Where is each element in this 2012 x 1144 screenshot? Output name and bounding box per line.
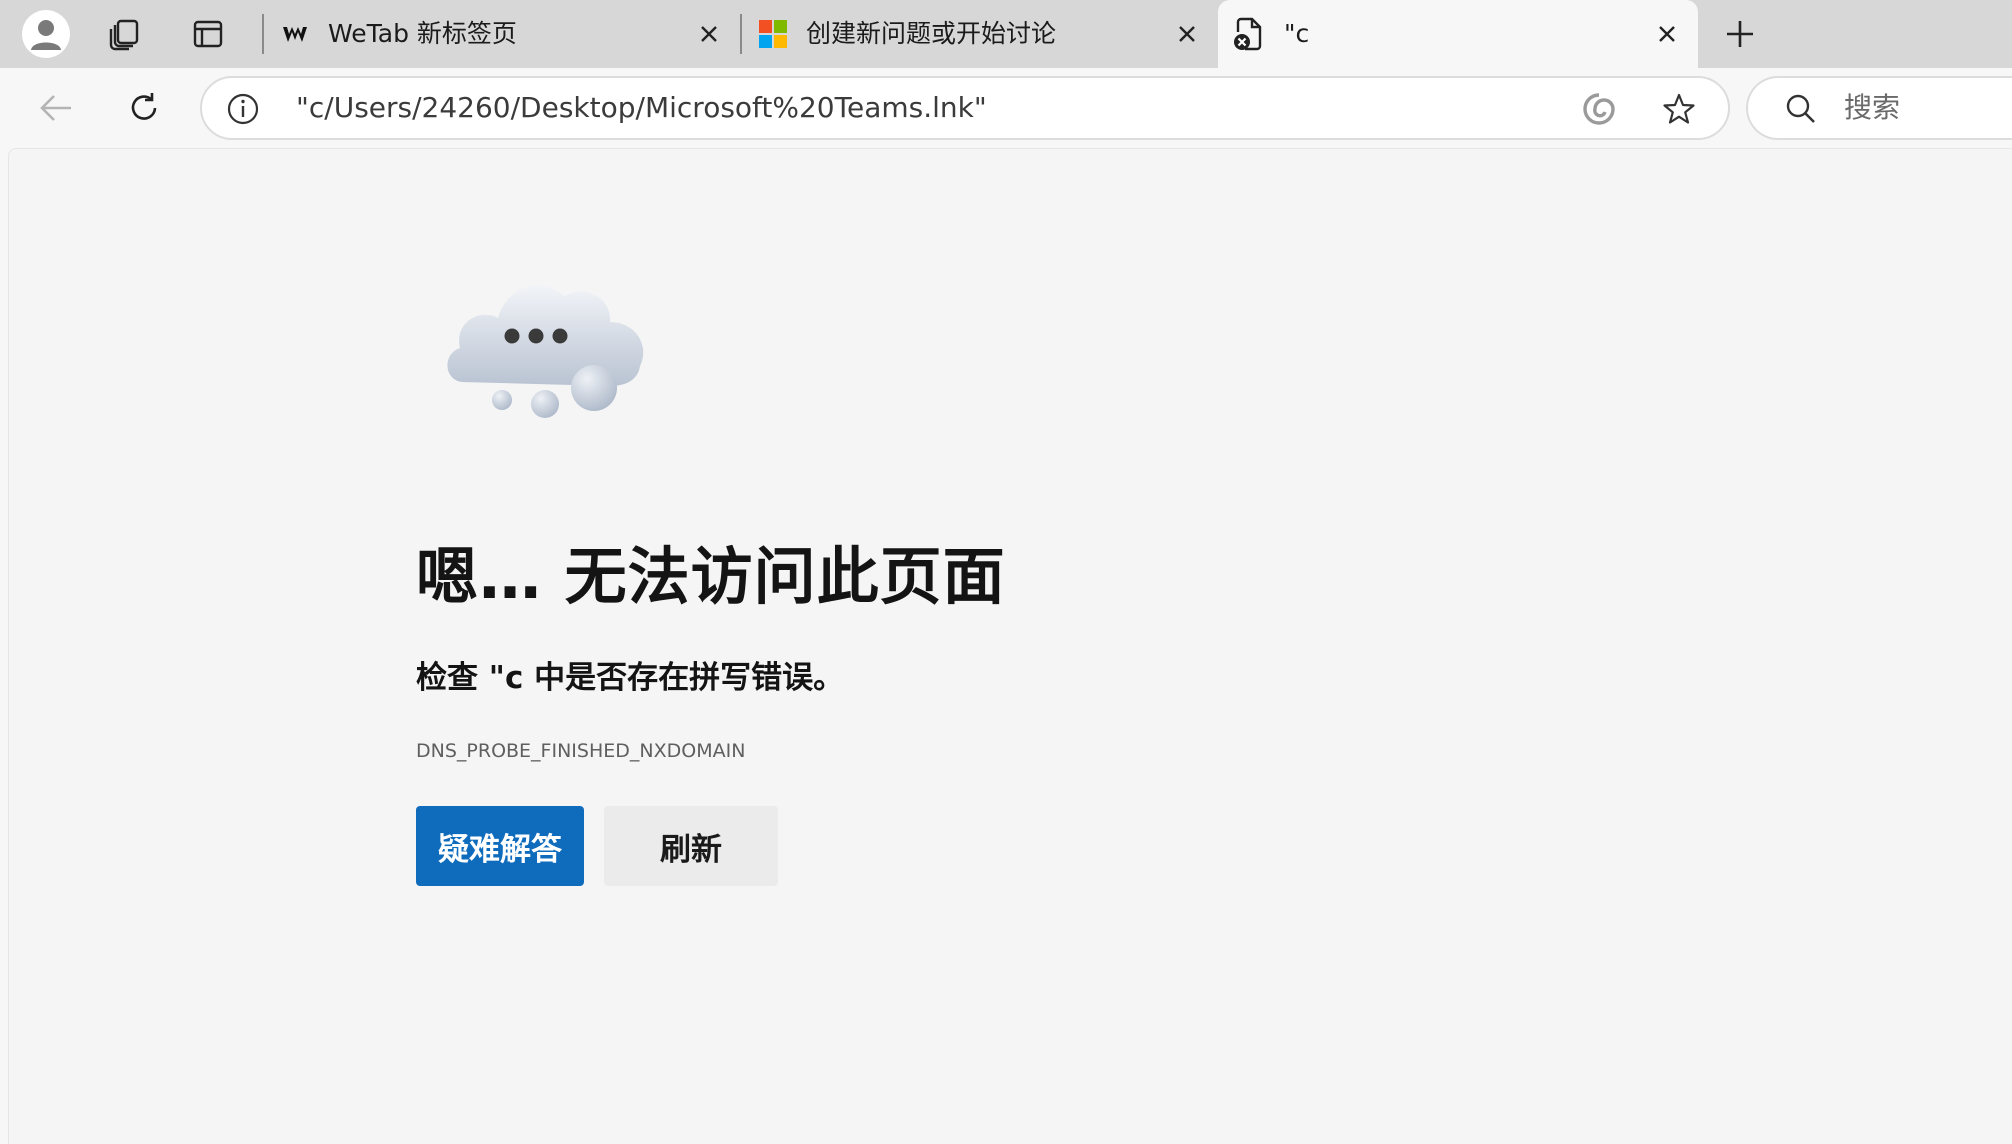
close-tab-icon[interactable]: [1170, 17, 1204, 51]
address-bar[interactable]: "c/Users/24260/Desktop/Microsoft%20Teams…: [200, 76, 1730, 140]
error-suggestion: 检查 "c 中是否存在拼写错误。: [416, 660, 845, 696]
search-icon: [1782, 90, 1820, 128]
refresh-button[interactable]: 刷新: [604, 806, 778, 886]
tab-wetab[interactable]: WeTab 新标签页: [262, 0, 740, 68]
tab-separator: [262, 14, 264, 54]
avatar: [22, 10, 70, 58]
site-info-icon[interactable]: [224, 90, 262, 128]
url-text: "c/Users/24260/Desktop/Microsoft%20Teams…: [296, 91, 987, 124]
microsoft-logo-icon: [756, 17, 790, 51]
close-tab-icon[interactable]: [1650, 17, 1684, 51]
refresh-icon: [131, 93, 157, 120]
back-button[interactable]: [24, 76, 88, 140]
search-box[interactable]: 搜索: [1746, 76, 2012, 140]
tab-separator: [740, 14, 742, 54]
wetab-logo-icon: [278, 17, 312, 51]
broken-page-icon: [1232, 17, 1266, 51]
page-title: 嗯… 无法访问此页面: [416, 540, 1006, 613]
workspaces-icon: [109, 19, 139, 51]
new-tab-button[interactable]: [1706, 0, 1774, 68]
search-placeholder: 搜索: [1844, 91, 1901, 124]
page-content: [8, 148, 2012, 1144]
troubleshoot-button[interactable]: 疑难解答: [416, 806, 584, 886]
error-code: DNS_PROBE_FINISHED_NXDOMAIN: [416, 740, 746, 762]
workspaces-button[interactable]: [90, 0, 158, 68]
profile-button[interactable]: [12, 0, 80, 68]
tab-github-issue[interactable]: 创建新问题或开始讨论: [740, 0, 1218, 68]
tab-strip: WeTab 新标签页 创建新问题或开始讨论 "c: [0, 0, 2012, 68]
arrow-left-icon: [40, 95, 71, 121]
vertical-tabs-button[interactable]: [174, 0, 242, 68]
navigation-toolbar: "c/Users/24260/Desktop/Microsoft%20Teams…: [0, 68, 2012, 148]
tab-title: WeTab 新标签页: [328, 19, 517, 48]
favorite-star-icon[interactable]: [1660, 90, 1698, 128]
close-tab-icon[interactable]: [692, 17, 726, 51]
person-icon: [31, 20, 61, 50]
thinking-cloud-icon: [447, 285, 644, 418]
edge-refresh-icon[interactable]: [1580, 90, 1618, 128]
reload-button[interactable]: [112, 76, 176, 140]
tab-title: "c: [1284, 19, 1310, 48]
tab-title: 创建新问题或开始讨论: [806, 19, 1057, 48]
tab-active-error[interactable]: "c: [1218, 0, 1698, 68]
vertical-tabs-icon: [193, 20, 223, 48]
plus-icon: [1727, 21, 1753, 47]
